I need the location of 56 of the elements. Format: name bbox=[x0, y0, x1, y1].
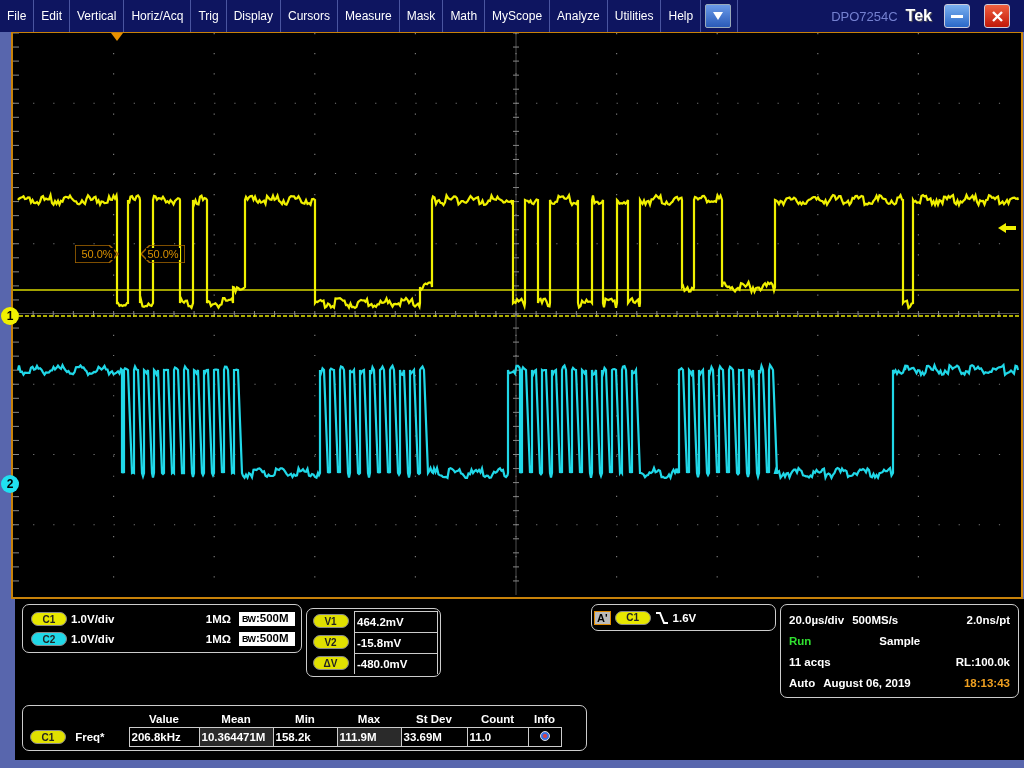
channel-badge[interactable]: C1 bbox=[30, 730, 66, 744]
input-impedance: 1MΩ bbox=[205, 613, 231, 625]
channel-badge[interactable]: V1 bbox=[312, 614, 349, 628]
table-cell: 158.2k bbox=[273, 727, 337, 747]
record-length: RL:100.0k bbox=[955, 655, 1010, 668]
cursor-value: -15.8mV bbox=[354, 632, 438, 653]
close-icon bbox=[991, 10, 1003, 22]
column-header: Count bbox=[467, 710, 528, 728]
info-button[interactable] bbox=[539, 731, 550, 741]
column-header: Value bbox=[129, 710, 199, 728]
trigger-label: A' bbox=[594, 610, 611, 625]
minimize-icon bbox=[951, 14, 963, 18]
column-header: Mean bbox=[199, 710, 273, 728]
cursor-value: -480.0mV bbox=[354, 653, 438, 674]
brand-logo: Tek bbox=[905, 7, 932, 25]
channel-marker[interactable]: 1 bbox=[1, 307, 19, 325]
close-button[interactable] bbox=[984, 4, 1010, 28]
column-header: St Dev bbox=[401, 710, 467, 728]
acquisition-mode: Sample bbox=[879, 634, 921, 647]
cursor-value: 464.2mV bbox=[354, 611, 438, 632]
table-cell: 111.9M bbox=[337, 727, 401, 747]
time-resolution: 2.0ns/pt bbox=[966, 613, 1010, 626]
table-cell: 33.69M bbox=[401, 727, 467, 747]
table-cell: 11.0 bbox=[467, 727, 528, 747]
measurement-name: Freq* bbox=[75, 730, 105, 743]
cursor-readout: 50.0% bbox=[141, 245, 185, 263]
table-cell: 206.8kHz bbox=[129, 727, 199, 747]
help-icon bbox=[539, 731, 550, 741]
falling-edge-icon bbox=[654, 610, 669, 625]
column-header: Min bbox=[273, 710, 337, 728]
timebase: 20.0µs/div bbox=[789, 613, 845, 626]
date: August 06, 2019 bbox=[823, 676, 911, 689]
channel-badge[interactable]: C1 bbox=[31, 612, 67, 626]
trigger-mode: Auto bbox=[789, 676, 816, 689]
channel-badge[interactable]: V2 bbox=[312, 635, 349, 649]
vertical-scale: 1.0V/div bbox=[71, 613, 115, 625]
trigger-level: 1.6V bbox=[672, 611, 697, 624]
sample-rate: 500MS/s bbox=[852, 613, 899, 626]
column-header: Max bbox=[337, 710, 401, 728]
acquisition-count: 11 acqs bbox=[789, 655, 831, 668]
channel-marker[interactable]: 2 bbox=[1, 475, 19, 493]
channel-badge[interactable]: C1 bbox=[614, 610, 651, 625]
input-impedance: 1MΩ bbox=[205, 633, 231, 645]
column-header: Info bbox=[528, 710, 561, 728]
dropdown-button[interactable] bbox=[705, 4, 732, 28]
channel-badge[interactable]: ΔV bbox=[312, 656, 349, 670]
model-label: DPO7254C bbox=[831, 8, 898, 24]
cursor-readout: 50.0% bbox=[75, 245, 119, 263]
minimize-button[interactable] bbox=[944, 4, 970, 28]
vertical-scale: 1.0V/div bbox=[71, 633, 115, 645]
trigger-level-arrow[interactable] bbox=[998, 223, 1016, 233]
clock-time: 18:13:43 bbox=[963, 676, 1010, 689]
table-cell: 10.364471M bbox=[199, 727, 273, 747]
run-state: Run bbox=[789, 634, 812, 647]
channel-badge[interactable]: C2 bbox=[31, 632, 67, 646]
caret-icon bbox=[713, 12, 724, 20]
